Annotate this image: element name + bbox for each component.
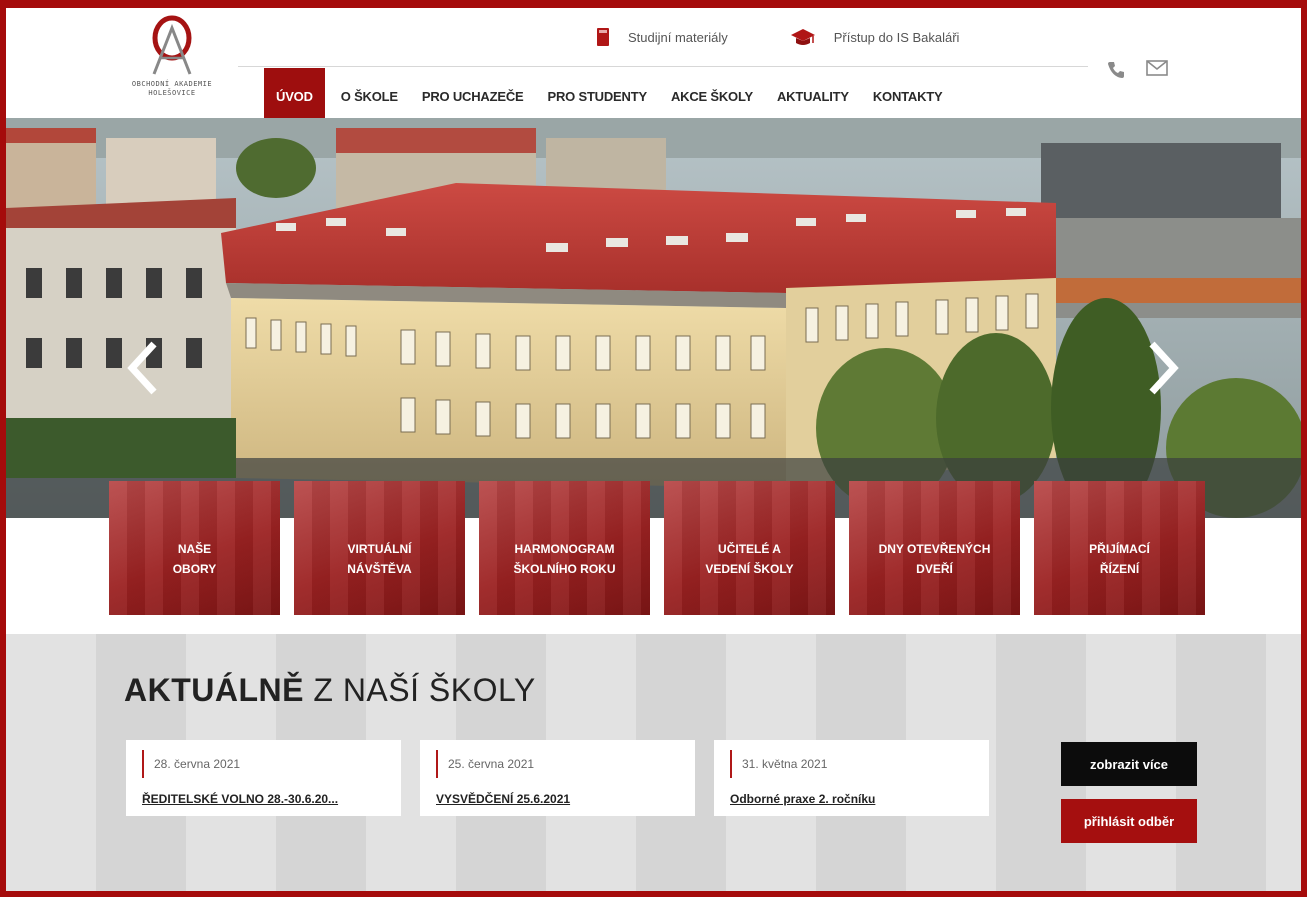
bakalari-label: Přístup do IS Bakaláři: [833, 29, 960, 45]
tile-prijimaci-rizeni[interactable]: PŘIJÍMACÍ ŘÍZENÍ: [1034, 481, 1205, 615]
nav-item-akce-skoly[interactable]: AKCE ŠKOLY: [659, 68, 765, 125]
header-divider: [238, 66, 1088, 67]
top-links: Studijní materiály Přístup do IS Bakalář…: [596, 22, 1021, 52]
subscribe-button[interactable]: přihlásit odběr: [1061, 799, 1197, 843]
nav-item-uvod[interactable]: ÚVOD: [264, 68, 325, 125]
hero-slider: [6, 118, 1301, 518]
tile-ucitele[interactable]: UČITELÉ A VEDENÍ ŠKOLY: [664, 481, 835, 615]
news-title-link[interactable]: Odborné praxe 2. ročníku: [730, 792, 875, 806]
news-date: 28. června 2021: [142, 750, 240, 778]
news-date: 31. května 2021: [730, 750, 827, 778]
news-card[interactable]: 28. června 2021 ŘEDITELSKÉ VOLNO 28.-30.…: [126, 740, 401, 816]
oa-monogram-icon: [152, 15, 192, 75]
site-header: OBCHODNÍ AKADEMIE HOLEŠOVICE Studijní ma…: [6, 8, 1301, 126]
news-card[interactable]: 25. června 2021 VYSVĚDČENÍ 25.6.2021: [420, 740, 695, 816]
envelope-icon[interactable]: [1146, 60, 1168, 80]
nav-item-pro-uchazece[interactable]: PRO UCHAZEČE: [410, 68, 536, 125]
nav-item-o-skole[interactable]: O ŠKOLE: [329, 68, 410, 125]
browser-frame: OBCHODNÍ AKADEMIE HOLEŠOVICE Studijní ma…: [0, 0, 1307, 897]
news-heading-bold: AKTUÁLNĚ: [124, 672, 304, 708]
news-card[interactable]: 31. května 2021 Odborné praxe 2. ročníku: [714, 740, 989, 816]
tile-harmonogram[interactable]: HARMONOGRAM ŠKOLNÍHO ROKU: [479, 481, 650, 615]
contact-icons: [1106, 60, 1188, 80]
main-nav: ÚVOD O ŠKOLE PRO UCHAZEČE PRO STUDENTY A…: [264, 68, 955, 125]
nav-item-aktuality[interactable]: AKTUALITY: [765, 68, 861, 125]
nav-item-kontakty[interactable]: KONTAKTY: [861, 68, 955, 125]
news-section: AKTUÁLNĚ Z NAŠÍ ŠKOLY 28. června 2021 ŘE…: [6, 634, 1301, 891]
chevron-right-icon: [1149, 341, 1179, 395]
slider-prev-button[interactable]: [124, 338, 160, 398]
news-title-link[interactable]: VYSVĚDČENÍ 25.6.2021: [436, 792, 570, 806]
nav-item-pro-studenty[interactable]: PRO STUDENTY: [535, 68, 658, 125]
book-icon: [596, 27, 610, 47]
tile-virtualni-navsteva[interactable]: VIRTUÁLNÍ NÁVŠTĚVA: [294, 481, 465, 615]
tile-dny-otevrenych-dveri[interactable]: DNY OTEVŘENÝCH DVEŘÍ: [849, 481, 1020, 615]
show-more-button[interactable]: zobrazit více: [1061, 742, 1197, 786]
phone-icon[interactable]: [1106, 60, 1126, 80]
graduation-cap-icon: [790, 27, 816, 47]
study-materials-label: Studijní materiály: [628, 29, 728, 45]
news-date: 25. června 2021: [436, 750, 534, 778]
school-logo[interactable]: OBCHODNÍ AKADEMIE HOLEŠOVICE: [118, 14, 226, 124]
logo-text-line2: HOLEŠOVICE: [148, 89, 196, 97]
tile-nase-obory[interactable]: NAŠE OBORY: [109, 481, 280, 615]
news-heading: AKTUÁLNĚ Z NAŠÍ ŠKOLY: [124, 672, 536, 709]
school-building-photo: [6, 118, 1301, 518]
chevron-left-icon: [127, 341, 157, 395]
study-materials-link[interactable]: Studijní materiály: [596, 27, 728, 47]
news-heading-light: Z NAŠÍ ŠKOLY: [303, 672, 536, 708]
logo-text-line1: OBCHODNÍ AKADEMIE: [131, 80, 213, 88]
slider-next-button[interactable]: [1146, 338, 1182, 398]
news-title-link[interactable]: ŘEDITELSKÉ VOLNO 28.-30.6.20...: [142, 792, 338, 806]
quick-link-tiles: NAŠE OBORY VIRTUÁLNÍ NÁVŠTĚVA HARMONOGRAM Š…: [109, 481, 1219, 615]
bakalari-link[interactable]: Přístup do IS Bakaláři: [790, 27, 960, 47]
